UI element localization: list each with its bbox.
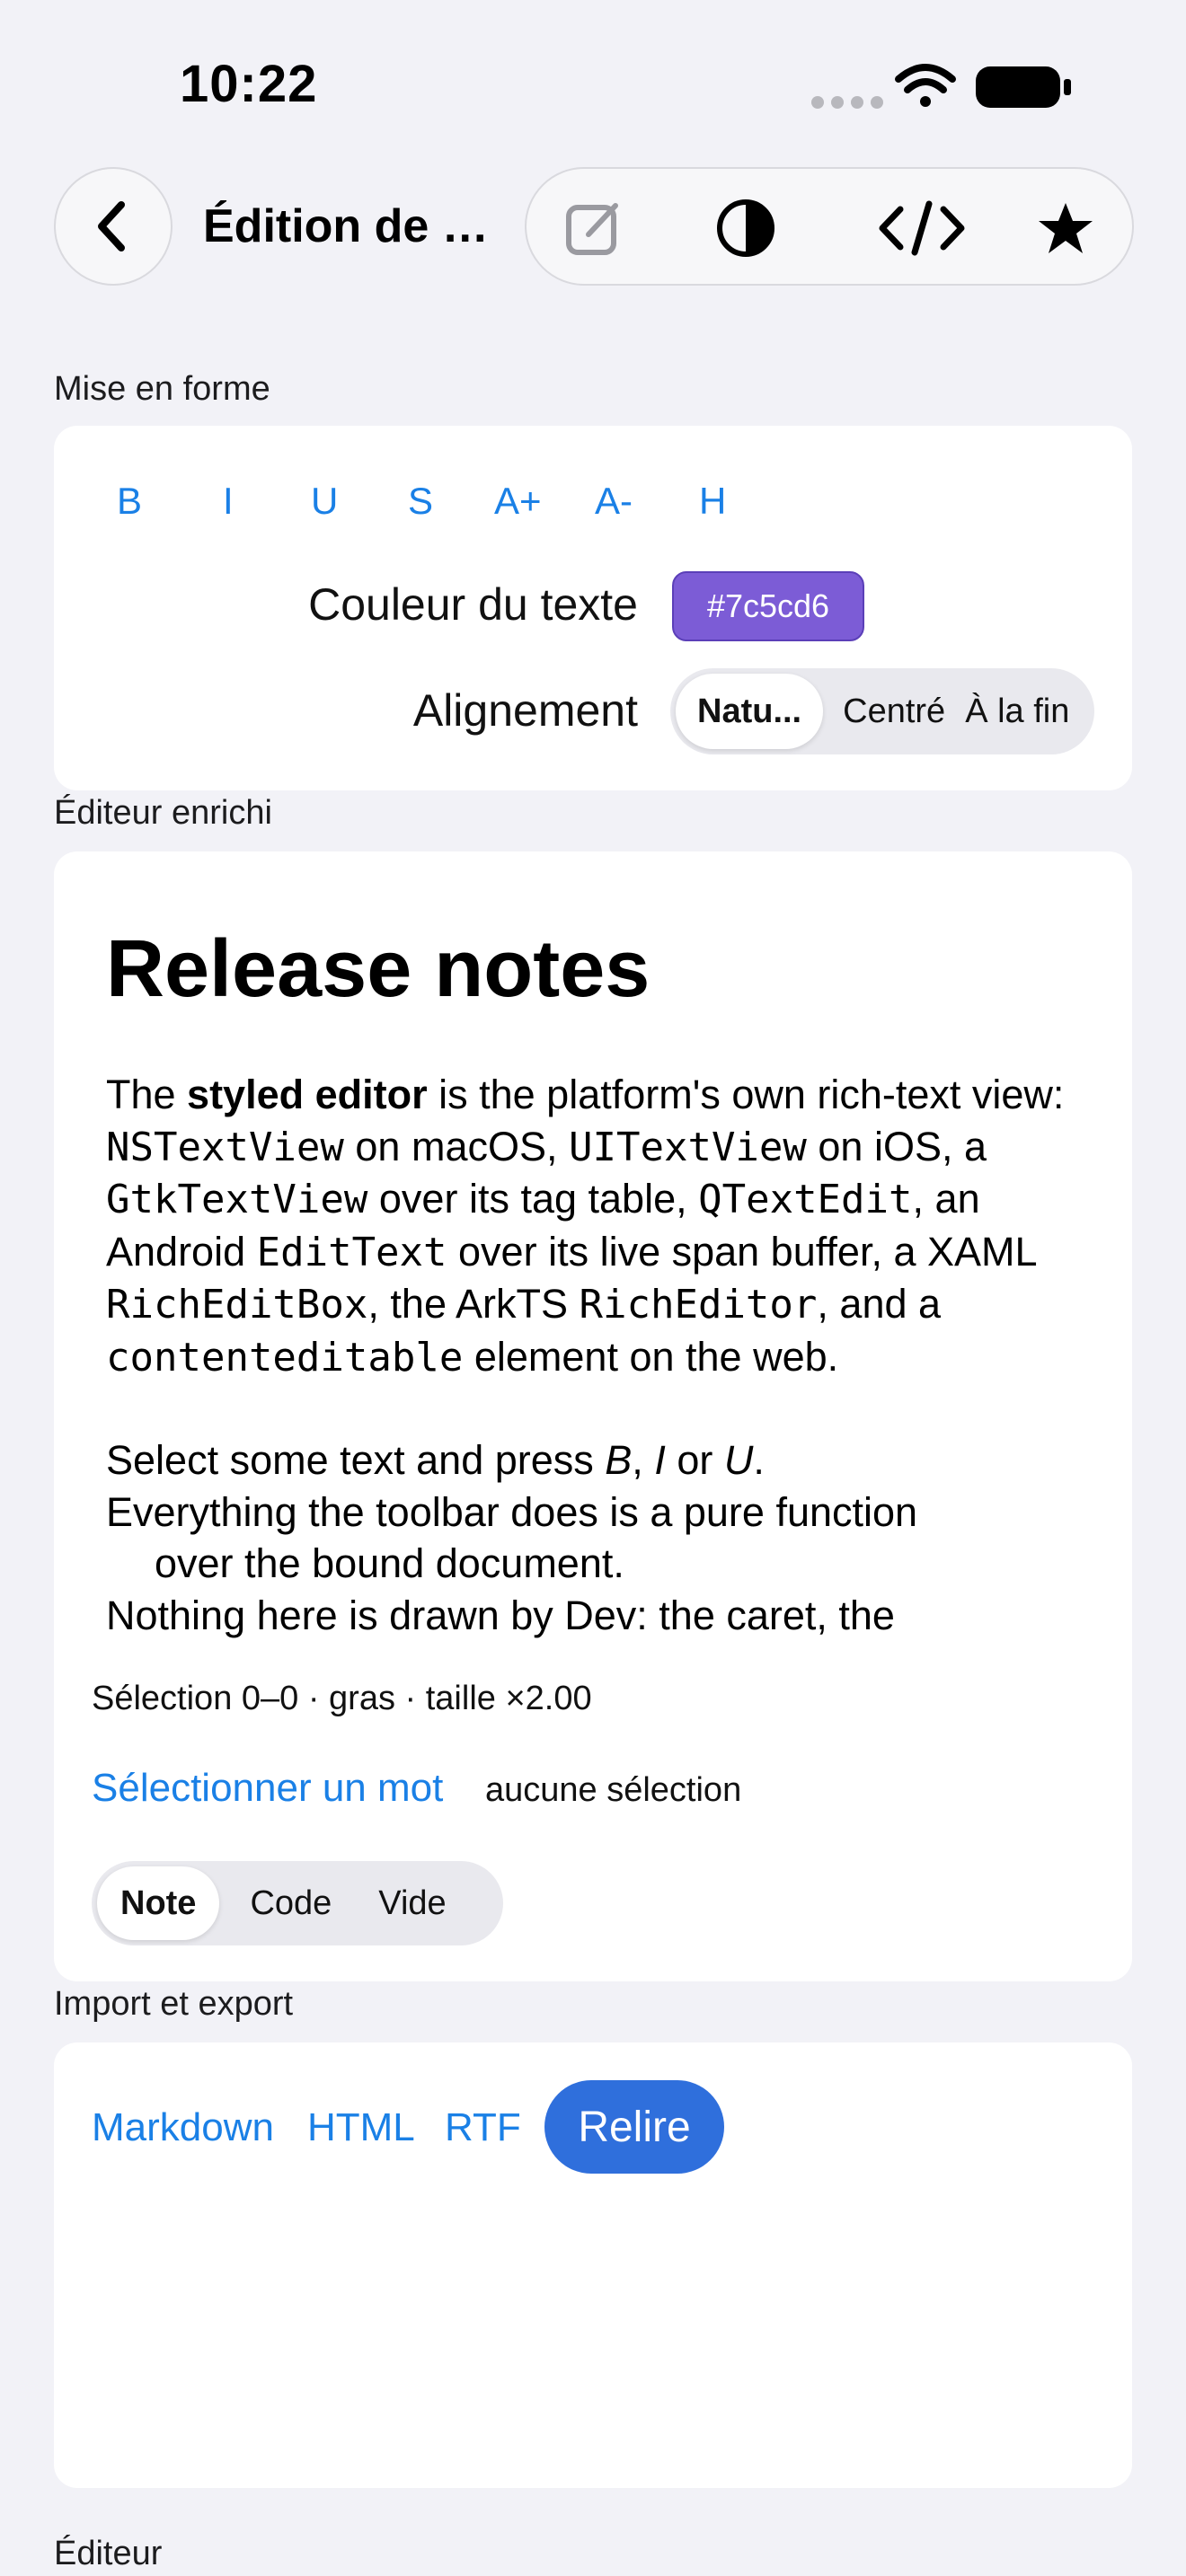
paragraph-instructions: Select some text and press B, I or U. <box>106 1437 765 1483</box>
section-label-import-export: Import et export <box>54 1985 294 2023</box>
chevron-left-icon <box>98 201 125 251</box>
signal-dots-icon <box>811 96 883 109</box>
selection-status: aucune sélection <box>485 1771 742 1809</box>
text-color-button[interactable]: #7c5cd6 <box>672 571 864 641</box>
reread-button[interactable]: Relire <box>544 2080 724 2174</box>
mode-code[interactable]: Code <box>219 1866 355 1940</box>
contrast-icon[interactable] <box>710 192 782 264</box>
html-link[interactable]: HTML <box>307 2105 415 2150</box>
toolbar <box>525 167 1134 286</box>
edit-icon[interactable] <box>559 192 631 264</box>
status-icons <box>811 64 1071 109</box>
mode-note[interactable]: Note <box>97 1866 220 1940</box>
mode-segmented-control: Note Code Vide <box>92 1861 503 1945</box>
decrease-size-button[interactable]: A- <box>595 480 633 523</box>
alignment-natural[interactable]: Natu... <box>676 674 824 749</box>
underline-button[interactable]: U <box>311 480 338 523</box>
paragraph-toolbar: Everything the toolbar does is a pure fu… <box>106 1488 918 1535</box>
paragraph-drawn: Nothing here is drawn by Dev: the caret,… <box>106 1592 895 1638</box>
section-label-next: Éditeur <box>54 2535 163 2572</box>
page-title: Édition de texte <box>203 200 500 252</box>
section-label-formatting: Mise en forme <box>54 370 270 408</box>
bold-button[interactable]: B <box>117 480 142 523</box>
alignment-end[interactable]: À la fin <box>956 674 1078 749</box>
battery-icon <box>976 66 1071 108</box>
mode-empty[interactable]: Vide <box>355 1866 469 1940</box>
text-color-label: Couleur du texte <box>308 579 638 630</box>
markdown-link[interactable]: Markdown <box>92 2105 274 2150</box>
status-time: 10:22 <box>180 55 318 113</box>
rtf-link[interactable]: RTF <box>445 2105 521 2150</box>
increase-size-button[interactable]: A+ <box>494 480 542 523</box>
star-icon[interactable] <box>1030 192 1102 264</box>
section-label-editor: Éditeur enrichi <box>54 794 272 832</box>
paragraph-intro: The styled editor is the platform's own … <box>106 1072 1065 1381</box>
code-icon[interactable] <box>868 192 976 264</box>
select-word-button[interactable]: Sélectionner un mot <box>92 1766 443 1811</box>
selection-info: Sélection 0–0 · gras · taille ×2.00 <box>92 1680 592 1717</box>
strikethrough-button[interactable]: S <box>408 480 433 523</box>
alignment-center[interactable]: Centré <box>823 674 956 749</box>
alignment-label: Alignement <box>412 685 638 736</box>
rich-text-editor[interactable]: Release notes The styled editor is the p… <box>106 911 1103 1652</box>
heading-button[interactable]: H <box>699 480 726 523</box>
document-title: Release notes <box>106 924 651 1014</box>
back-button[interactable] <box>54 167 173 286</box>
paragraph-toolbar-continued: over the bound document. <box>155 1540 624 1586</box>
italic-button[interactable]: I <box>223 480 234 523</box>
wifi-icon <box>895 64 956 107</box>
alignment-segmented-control: Natu... Centré À la fin <box>670 668 1094 754</box>
